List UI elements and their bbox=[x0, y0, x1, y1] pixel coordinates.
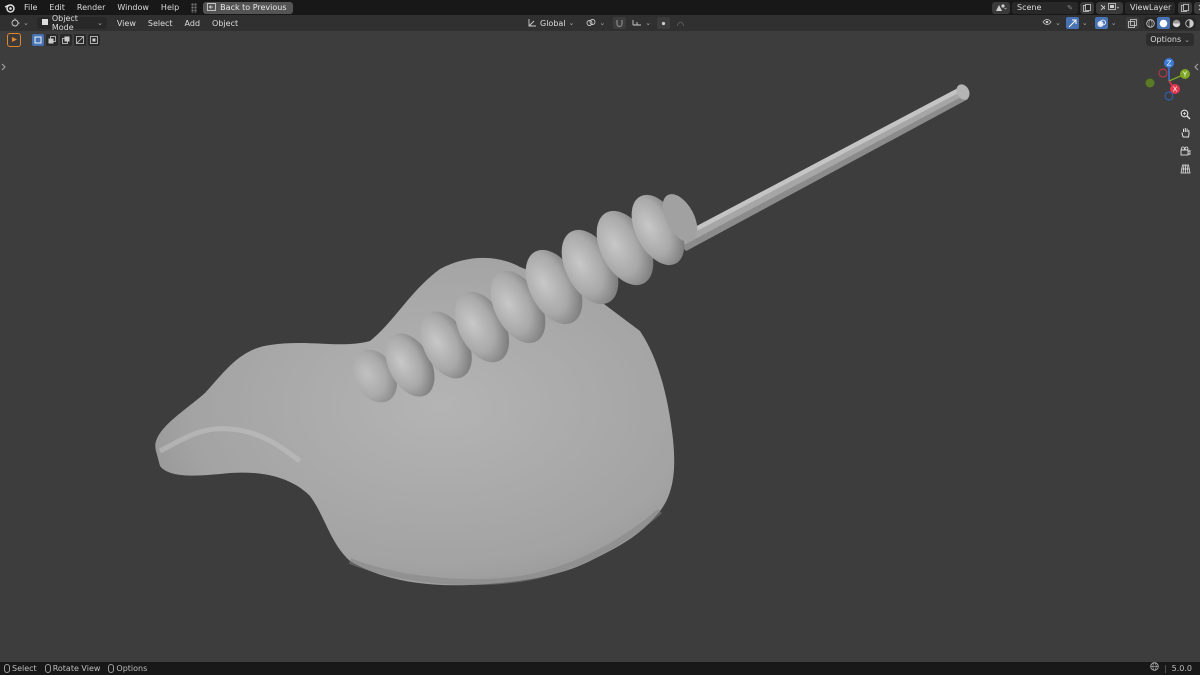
select-mode-subtract-icon[interactable] bbox=[60, 33, 72, 46]
status-select-label: Select bbox=[12, 664, 37, 673]
chevron-down-icon: ⌄ bbox=[97, 19, 103, 27]
proportional-falloff-icon[interactable] bbox=[674, 17, 688, 29]
editor-type-icon bbox=[10, 18, 20, 29]
menu-render[interactable]: Render bbox=[71, 0, 111, 15]
shading-solid-icon[interactable] bbox=[1156, 17, 1170, 29]
sculpt-base-mesh bbox=[155, 257, 675, 586]
xray-icon[interactable] bbox=[1125, 17, 1139, 29]
snap-target-selector[interactable]: ⌄ bbox=[630, 17, 653, 29]
menu-window[interactable]: Window bbox=[111, 0, 155, 15]
gizmo-label-y: Y bbox=[1182, 71, 1188, 79]
pin-icon[interactable]: ✎ bbox=[1067, 4, 1073, 12]
overlay-icon[interactable] bbox=[1094, 17, 1108, 29]
scene-selector[interactable]: Scene ✎ bbox=[992, 1, 1112, 14]
chevron-down-icon[interactable]: ⌄ bbox=[1082, 19, 1088, 27]
zoom-icon[interactable] bbox=[1177, 106, 1193, 122]
select-mode-invert-icon[interactable] bbox=[74, 33, 86, 46]
chevron-down-icon: ⌄ bbox=[599, 19, 606, 27]
lollipop-stick bbox=[676, 84, 970, 251]
menu-add[interactable]: Add bbox=[179, 16, 207, 31]
navigation-gizmo[interactable]: Z Y X bbox=[1145, 58, 1191, 101]
menu-edit[interactable]: Edit bbox=[43, 0, 71, 15]
options-dropdown[interactable]: Options ⌄ bbox=[1146, 33, 1194, 46]
tool-row bbox=[7, 32, 100, 47]
new-scene-icon[interactable] bbox=[1080, 1, 1094, 14]
status-rotate-label: Rotate View bbox=[52, 664, 101, 673]
camera-icon[interactable] bbox=[1177, 143, 1193, 159]
view-layer-icon bbox=[1105, 1, 1123, 14]
object-mode-icon bbox=[41, 18, 49, 28]
mouse-left-icon bbox=[4, 664, 10, 673]
3d-viewport[interactable]: Z Y X bbox=[0, 31, 1200, 662]
status-select: Select bbox=[4, 664, 37, 673]
shading-rendered-icon[interactable] bbox=[1183, 17, 1196, 29]
editor-type-button[interactable]: ⌄ bbox=[6, 17, 33, 29]
menu-object[interactable]: Object bbox=[206, 16, 244, 31]
visibility-icon bbox=[1042, 18, 1052, 28]
select-mode-extend-icon[interactable] bbox=[46, 33, 58, 46]
mouse-right-icon bbox=[108, 664, 115, 673]
blender-logo-icon[interactable] bbox=[0, 0, 18, 15]
mouse-middle-icon bbox=[44, 664, 51, 673]
transform-orientation-selector[interactable]: Global ⌄ bbox=[524, 17, 578, 29]
status-options: Options bbox=[108, 664, 147, 673]
gizmo-icon[interactable] bbox=[1065, 17, 1079, 29]
version-separator: | bbox=[1163, 664, 1167, 673]
select-mode-new-icon[interactable] bbox=[32, 33, 44, 46]
chevron-down-icon: ⌄ bbox=[23, 19, 29, 27]
options-label: Options bbox=[1150, 35, 1182, 44]
chevron-down-icon[interactable]: ⌄ bbox=[1111, 19, 1117, 27]
top-menu-bar: File Edit Render Window Help Back to Pre… bbox=[0, 0, 1200, 15]
delete-view-layer-icon[interactable] bbox=[1194, 1, 1200, 14]
back-arrow-icon bbox=[207, 2, 217, 13]
perspective-grid-icon[interactable] bbox=[1177, 161, 1193, 177]
pivot-icon bbox=[586, 18, 596, 29]
network-globe-icon[interactable] bbox=[1150, 662, 1159, 675]
sidebar-toggle-icon[interactable] bbox=[1194, 63, 1199, 71]
menu-file[interactable]: File bbox=[18, 0, 43, 15]
select-mode-intersect-icon[interactable] bbox=[88, 33, 100, 46]
separator bbox=[191, 2, 198, 13]
menu-help[interactable]: Help bbox=[155, 0, 185, 15]
back-to-previous-label: Back to Previous bbox=[220, 3, 287, 12]
toolbar-toggle-icon[interactable] bbox=[1, 63, 6, 71]
status-rotate-view: Rotate View bbox=[44, 664, 101, 673]
proportional-edit-icon[interactable] bbox=[657, 17, 671, 29]
shading-mode-group bbox=[1143, 17, 1196, 29]
scene-name: Scene bbox=[1017, 3, 1042, 12]
gizmo-axis-neg-y[interactable] bbox=[1145, 78, 1155, 88]
menu-select[interactable]: Select bbox=[142, 16, 179, 31]
view-layer-selector[interactable]: ViewLayer bbox=[1105, 1, 1200, 14]
mode-selector[interactable]: Object Mode ⌄ bbox=[36, 14, 107, 32]
chevron-down-icon: ⌄ bbox=[645, 19, 652, 27]
chevron-down-icon: ⌄ bbox=[1055, 19, 1061, 27]
viewport-header: ⌄ Object Mode ⌄ View Select Add Object G… bbox=[0, 14, 1200, 32]
pan-hand-icon[interactable] bbox=[1177, 124, 1193, 140]
chevron-down-icon: ⌄ bbox=[1184, 35, 1190, 44]
shading-material-icon[interactable] bbox=[1170, 17, 1183, 29]
chevron-down-icon: ⌄ bbox=[568, 19, 575, 27]
view-layer-name: ViewLayer bbox=[1130, 3, 1172, 12]
orientation-label: Global bbox=[540, 18, 566, 28]
shading-wireframe-icon[interactable] bbox=[1144, 17, 1157, 29]
viewport-canvas: Z Y X bbox=[1, 58, 1199, 586]
version-info: | 5.0.0 bbox=[1150, 662, 1192, 675]
snap-target-icon bbox=[632, 18, 642, 28]
mode-label: Object Mode bbox=[51, 14, 78, 32]
gizmo-axis-neg-x[interactable] bbox=[1158, 68, 1168, 78]
scene-icon bbox=[992, 1, 1010, 14]
gizmo-label-z: Z bbox=[1167, 60, 1172, 68]
version-label: 5.0.0 bbox=[1171, 664, 1192, 673]
status-bar: Select Rotate View Options | 5.0.0 bbox=[0, 662, 1200, 675]
gizmo-label-x: X bbox=[1173, 86, 1178, 94]
status-options-label: Options bbox=[116, 664, 148, 673]
new-view-layer-icon[interactable] bbox=[1178, 1, 1192, 14]
visibility-selector[interactable]: ⌄ bbox=[1040, 17, 1063, 29]
pivot-point-selector[interactable]: ⌄ bbox=[582, 17, 609, 29]
back-to-previous-button[interactable]: Back to Previous bbox=[203, 1, 293, 14]
menu-view[interactable]: View bbox=[111, 16, 142, 31]
transform-orientation-icon bbox=[528, 18, 537, 29]
snap-icon[interactable] bbox=[613, 17, 627, 29]
active-tool-select-icon[interactable] bbox=[7, 32, 21, 47]
